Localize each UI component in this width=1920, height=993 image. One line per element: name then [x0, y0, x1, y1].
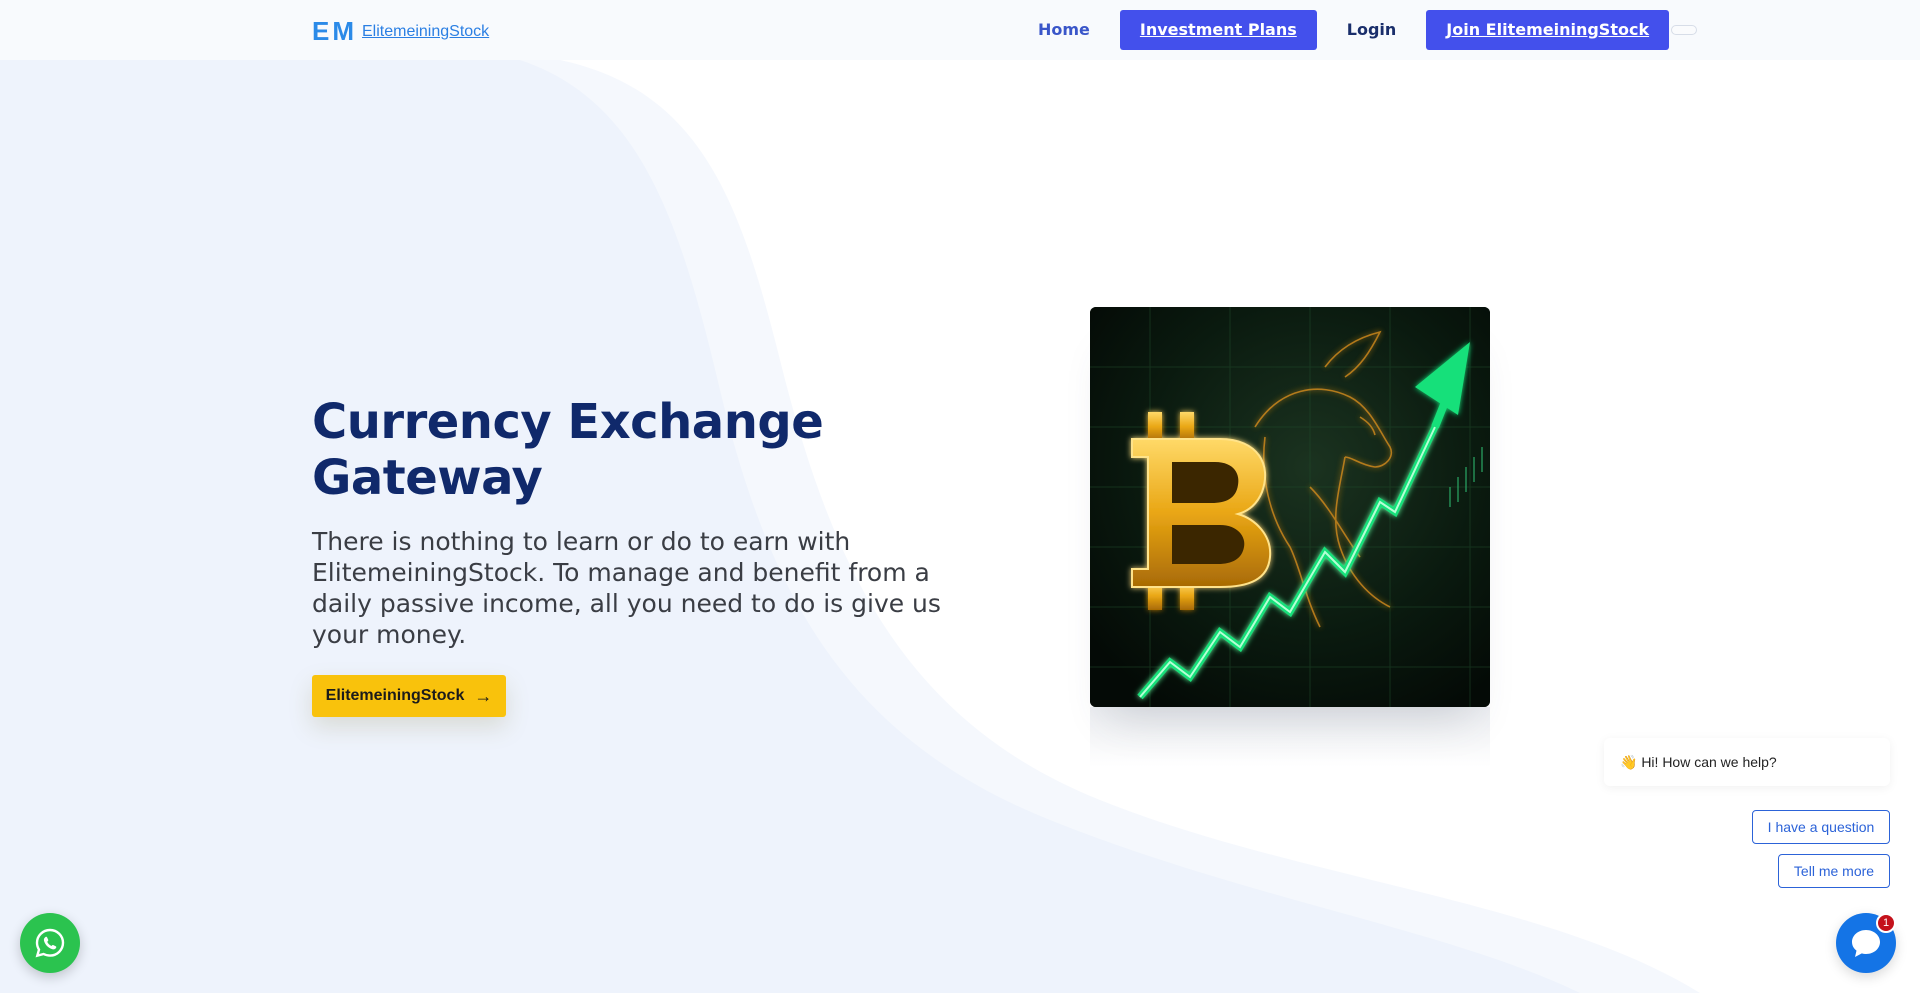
- hero-image: [1090, 307, 1490, 707]
- logo-letters: EM: [312, 18, 357, 42]
- nav-join-button[interactable]: Join ElitemeiningStock: [1426, 10, 1670, 50]
- nav-toggle[interactable]: [1671, 25, 1698, 35]
- site-header: EM ElitemeiningStock Home Investment Pla…: [0, 0, 1920, 60]
- hero-title: Currency Exchange Gateway: [312, 394, 824, 506]
- arrow-right-icon: →: [474, 686, 493, 706]
- hero-image-shadow: [1090, 707, 1490, 767]
- chat-option-more[interactable]: Tell me more: [1778, 854, 1890, 888]
- chat-icon: [1852, 930, 1880, 957]
- main-nav: Home Investment Plans Login Join Eliteme…: [1020, 10, 1698, 50]
- hero-description: There is nothing to learn or do to earn …: [312, 527, 941, 649]
- chat-greeting: 👋 Hi! How can we help?: [1604, 738, 1890, 786]
- brand-logo-icon: EM: [312, 16, 360, 42]
- whatsapp-button[interactable]: [20, 913, 80, 973]
- brand-name[interactable]: ElitemeiningStock: [362, 22, 489, 42]
- chat-option-question[interactable]: I have a question: [1752, 810, 1890, 844]
- brand-link[interactable]: EM ElitemeiningStock: [312, 16, 489, 42]
- hero-cta-button[interactable]: ElitemeiningStock →: [312, 675, 506, 717]
- nav-login[interactable]: Login: [1329, 10, 1415, 50]
- background-wave: [0, 60, 1700, 993]
- whatsapp-icon: [35, 928, 65, 958]
- bitcoin-bull-chart-image: [1090, 307, 1490, 707]
- nav-home[interactable]: Home: [1020, 10, 1108, 50]
- hero-cta-label: ElitemeiningStock: [325, 687, 465, 704]
- chat-unread-badge: 1: [1876, 913, 1896, 933]
- nav-investment-plans-button[interactable]: Investment Plans: [1119, 10, 1317, 50]
